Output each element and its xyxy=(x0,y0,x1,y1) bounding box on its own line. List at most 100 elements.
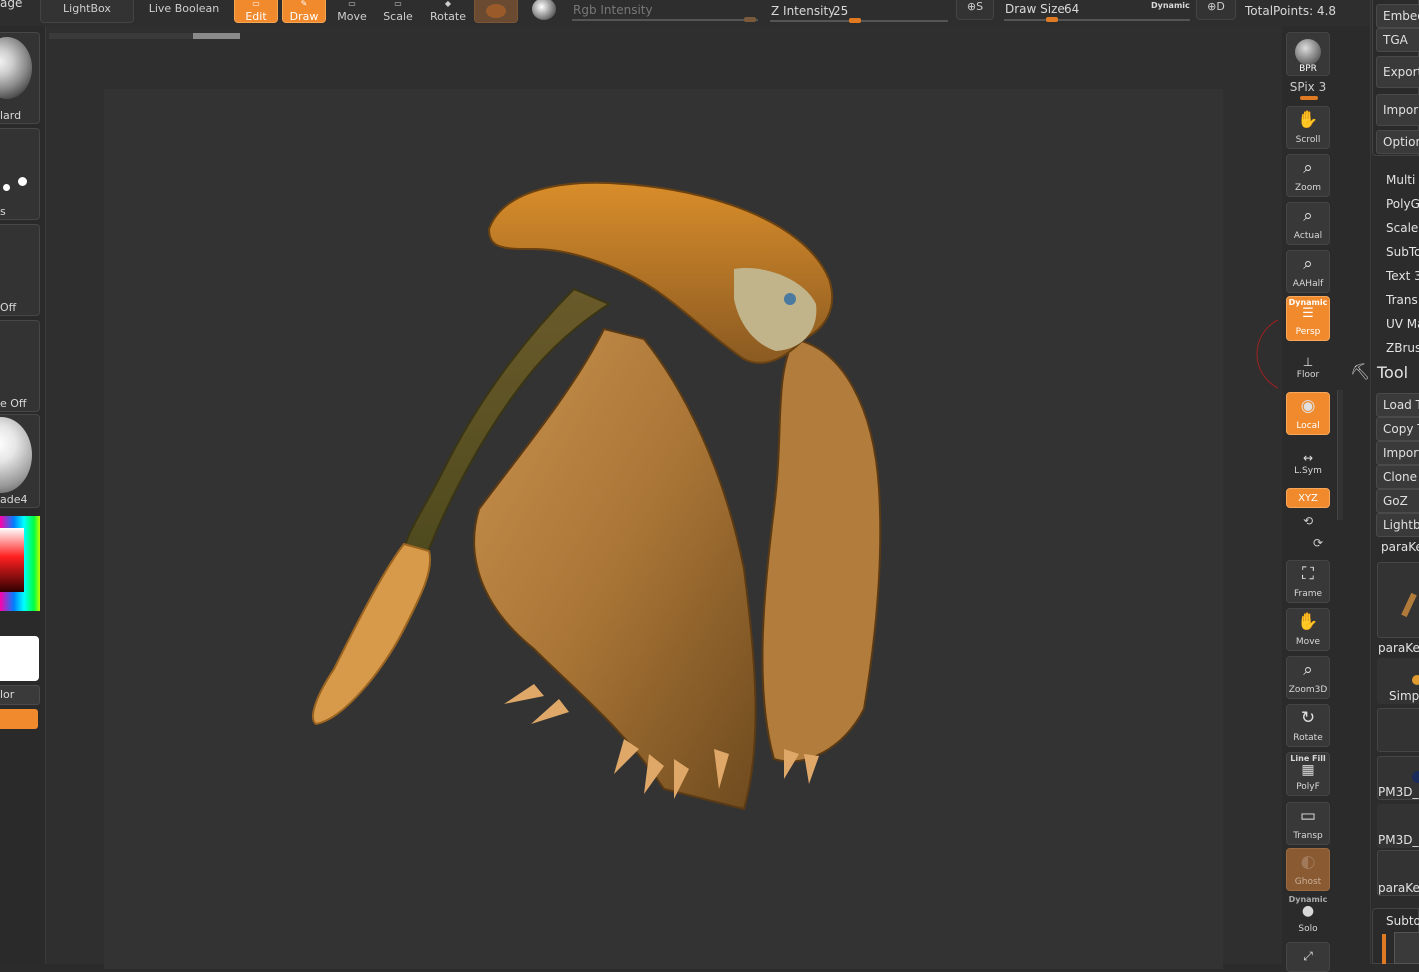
goz-button[interactable]: GoZ xyxy=(1376,489,1419,513)
alpha-label: Off xyxy=(0,301,17,314)
export-button[interactable]: Export xyxy=(1376,56,1419,88)
subtool-thumbnail[interactable] xyxy=(1394,932,1419,964)
subtool-scroll-indicator[interactable] xyxy=(1382,934,1386,964)
scroll-button[interactable]: ✋ Scroll xyxy=(1286,106,1330,149)
plugin-item[interactable]: Text 3 xyxy=(1386,269,1419,283)
lightbox-button[interactable]: LightBox xyxy=(40,0,134,23)
export-label: Export xyxy=(1383,65,1419,79)
plugin-item[interactable]: Scale xyxy=(1386,221,1418,235)
rgb-intensity-label: Rgb Intensity xyxy=(573,3,653,17)
copy-tool-button[interactable]: Copy T xyxy=(1376,417,1419,441)
ghost-icon: ◐ xyxy=(1300,852,1316,872)
plugin-item[interactable]: UV Ma xyxy=(1386,317,1419,331)
total-points: TotalPoints: 4.8 xyxy=(1245,4,1337,18)
edit-icon: ▭ xyxy=(252,0,260,8)
bpr-button[interactable]: BPR xyxy=(1286,32,1330,76)
transp-button[interactable]: ▭ Transp xyxy=(1286,802,1330,845)
rotate-y-icon[interactable]: ⟲ xyxy=(1286,514,1330,528)
plugin-item[interactable]: SubTo xyxy=(1386,245,1419,259)
alpha-selector[interactable]: Off xyxy=(0,224,40,316)
gradient-sphere-button[interactable] xyxy=(522,0,566,23)
load-tool-button[interactable]: Load T xyxy=(1376,393,1419,417)
switch-color-button[interactable]: lor xyxy=(0,685,40,705)
plugin-item[interactable]: Multi I xyxy=(1386,173,1419,187)
rotate-view-button[interactable]: ↻ Rotate xyxy=(1286,704,1330,747)
document-canvas[interactable] xyxy=(104,89,1223,969)
polyf-button[interactable]: Line Fill ▦ PolyF xyxy=(1286,752,1330,796)
plugin-item[interactable]: ZBrus xyxy=(1386,341,1419,355)
floor-icon: ⊥ xyxy=(1302,355,1314,369)
stroke-selector[interactable]: s xyxy=(0,128,40,220)
tool-lightbox-button[interactable]: Lightbo xyxy=(1376,513,1419,537)
tool-thumbnail[interactable] xyxy=(1377,708,1419,752)
actual-button[interactable]: ⌕ Actual xyxy=(1286,202,1330,245)
ghost-button[interactable]: ◐ Ghost xyxy=(1286,848,1330,891)
brush-selector[interactable]: lard xyxy=(0,32,40,124)
draw-size-slider[interactable] xyxy=(1004,19,1190,21)
page-tab-fragment[interactable]: age xyxy=(0,0,22,10)
options-button[interactable]: Option xyxy=(1376,130,1419,154)
rgb-intensity-knob[interactable] xyxy=(744,17,756,22)
secondary-color-swatch[interactable] xyxy=(0,709,38,729)
edit-button[interactable]: ▭ Edit xyxy=(234,0,278,23)
local-button[interactable]: ◉ Local xyxy=(1286,392,1330,435)
live-boolean-button[interactable]: Live Boolean xyxy=(138,0,230,23)
move-button[interactable]: ▭ Move xyxy=(330,0,374,23)
persp-button[interactable]: Dynamic ☰ Persp xyxy=(1286,296,1330,341)
scale-button[interactable]: ▭ Scale xyxy=(376,0,420,23)
tool-pin-icon[interactable]: ⛏ xyxy=(1350,362,1370,381)
texture-selector[interactable]: e Off xyxy=(0,320,40,412)
plugin-item[interactable]: PolyG xyxy=(1386,197,1419,211)
floor-button[interactable]: ⊥ Floor xyxy=(1286,348,1330,384)
zoom-button[interactable]: ⌕ Zoom xyxy=(1286,154,1330,197)
rotation-indicator-icon xyxy=(1256,319,1279,389)
color-picker-sv-square[interactable] xyxy=(0,528,24,592)
creature-thumb-icon xyxy=(1401,592,1417,618)
d-toggle[interactable]: ⊕D xyxy=(1196,0,1236,20)
draw-button[interactable]: ✎ Draw xyxy=(282,0,326,23)
rotate-button[interactable]: ◆ Rotate xyxy=(424,0,472,23)
lsym-button[interactable]: ↔ L.Sym xyxy=(1286,444,1330,480)
main-color-swatch[interactable] xyxy=(0,636,39,681)
draw-size-dynamic[interactable]: Dynamic xyxy=(1151,1,1190,10)
aahalf-button[interactable]: ⌕ AAHalf xyxy=(1286,250,1330,293)
rotate-label: Rotate xyxy=(429,10,466,23)
import-tool-button[interactable]: Import xyxy=(1376,441,1419,465)
transparency-icon: ▭ xyxy=(1299,806,1317,826)
zoom3d-label: Zoom3D xyxy=(1288,685,1328,695)
draw-size-knob[interactable] xyxy=(1046,17,1058,22)
pm3d-sphere-icon xyxy=(1412,771,1419,783)
scroll-thumb[interactable] xyxy=(193,33,240,39)
rotate-z-icon[interactable]: ⟳ xyxy=(1296,536,1340,550)
xyz-button[interactable]: XYZ xyxy=(1286,488,1330,508)
material-swatch-button[interactable] xyxy=(474,0,518,23)
spix-slider-knob[interactable] xyxy=(1300,96,1318,100)
rgb-intensity-slider[interactable] xyxy=(572,19,758,21)
tga-button[interactable]: TGA xyxy=(1376,28,1419,52)
stroke-label: s xyxy=(0,205,6,218)
scale-label: Scale xyxy=(383,10,413,23)
xpose-button[interactable]: ⤢ xyxy=(1286,942,1330,972)
horizontal-scroll-strip[interactable] xyxy=(49,33,240,39)
simple-brush-icon xyxy=(1412,675,1419,685)
zoom3d-button[interactable]: ⌕ Zoom3D xyxy=(1286,656,1330,699)
frame-button[interactable]: ⛶ Frame xyxy=(1286,560,1330,603)
spix-label[interactable]: SPix 3 xyxy=(1286,80,1330,94)
tool-palette-title[interactable]: Tool xyxy=(1377,363,1408,382)
plugin-item[interactable]: Trans xyxy=(1386,293,1418,307)
clone-button[interactable]: Clone xyxy=(1376,465,1419,489)
material-selector[interactable]: ade4 xyxy=(0,414,40,508)
subtool-title[interactable]: Subto xyxy=(1386,914,1419,928)
solo-button[interactable]: Dynamic ● Solo xyxy=(1286,894,1330,938)
draw-label: Draw xyxy=(289,10,319,23)
z-intensity-knob[interactable] xyxy=(849,18,861,23)
zoom3d-magnifier-icon: ⌕ xyxy=(1303,660,1313,680)
panel-divider-handle[interactable] xyxy=(1337,390,1343,520)
move-view-button[interactable]: ✋ Move xyxy=(1286,608,1330,651)
color-picker[interactable] xyxy=(0,516,40,611)
current-tool-thumbnail[interactable] xyxy=(1377,562,1419,638)
import-button[interactable]: Impor xyxy=(1376,94,1419,126)
s-toggle[interactable]: ⊕S xyxy=(956,0,994,20)
embed-button[interactable]: Embed xyxy=(1376,4,1419,28)
creature-model[interactable] xyxy=(104,89,1223,889)
